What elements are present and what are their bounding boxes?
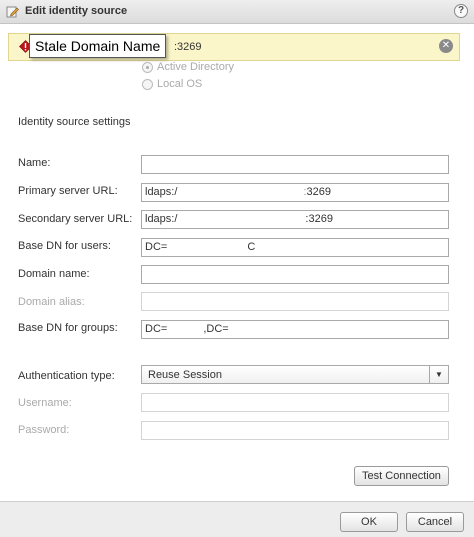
base-dn-groups-label: Base DN for groups:: [18, 322, 118, 334]
auth-type-select[interactable]: Reuse Session ▼: [141, 365, 449, 384]
radio-label: Active Directory: [157, 61, 235, 73]
base-dn-groups-field[interactable]: DC= ,DC=: [141, 320, 449, 339]
domain-name-field[interactable]: [141, 265, 449, 284]
dialog-title: Edit identity source: [25, 5, 128, 17]
help-icon[interactable]: ?: [454, 4, 468, 18]
primary-url-label: Primary server URL:: [18, 185, 118, 197]
chevron-down-icon[interactable]: ▼: [429, 366, 448, 383]
error-message: :3269: [174, 41, 202, 53]
dialog-footer: OK Cancel: [0, 501, 474, 537]
base-dn-users-field[interactable]: DC= C: [141, 238, 449, 257]
auth-type-value: Reuse Session: [148, 369, 222, 381]
edit-icon: [6, 6, 19, 18]
name-field[interactable]: [141, 155, 449, 174]
secondary-url-label: Secondary server URL:: [18, 213, 133, 225]
cancel-button[interactable]: Cancel: [406, 512, 464, 532]
username-field[interactable]: [141, 393, 449, 412]
base-dn-users-label: Base DN for users:: [18, 240, 111, 252]
test-connection-button[interactable]: Test Connection: [354, 466, 449, 486]
username-label: Username:: [18, 397, 72, 409]
password-field[interactable]: [141, 421, 449, 440]
dialog-titlebar: Edit identity source ?: [0, 0, 474, 24]
domain-alias-field[interactable]: [141, 292, 449, 311]
secondary-url-field[interactable]: ldaps:/:3269: [141, 210, 449, 229]
error-tooltip: Stale Domain Name: [29, 34, 167, 58]
close-icon[interactable]: ✕: [439, 39, 453, 53]
domain-alias-label: Domain alias:: [18, 296, 85, 308]
primary-url-field[interactable]: ldaps:/:3269: [141, 183, 449, 202]
radio-button-checked[interactable]: [142, 62, 153, 73]
ok-button[interactable]: OK: [340, 512, 398, 532]
auth-type-label: Authentication type:: [18, 370, 115, 382]
section-heading: Identity source settings: [18, 116, 131, 128]
radio-button[interactable]: [142, 79, 153, 90]
radio-label: Local OS: [157, 78, 203, 90]
name-label: Name:: [18, 157, 51, 169]
domain-name-label: Domain name:: [18, 268, 90, 280]
password-label: Password:: [18, 424, 70, 436]
